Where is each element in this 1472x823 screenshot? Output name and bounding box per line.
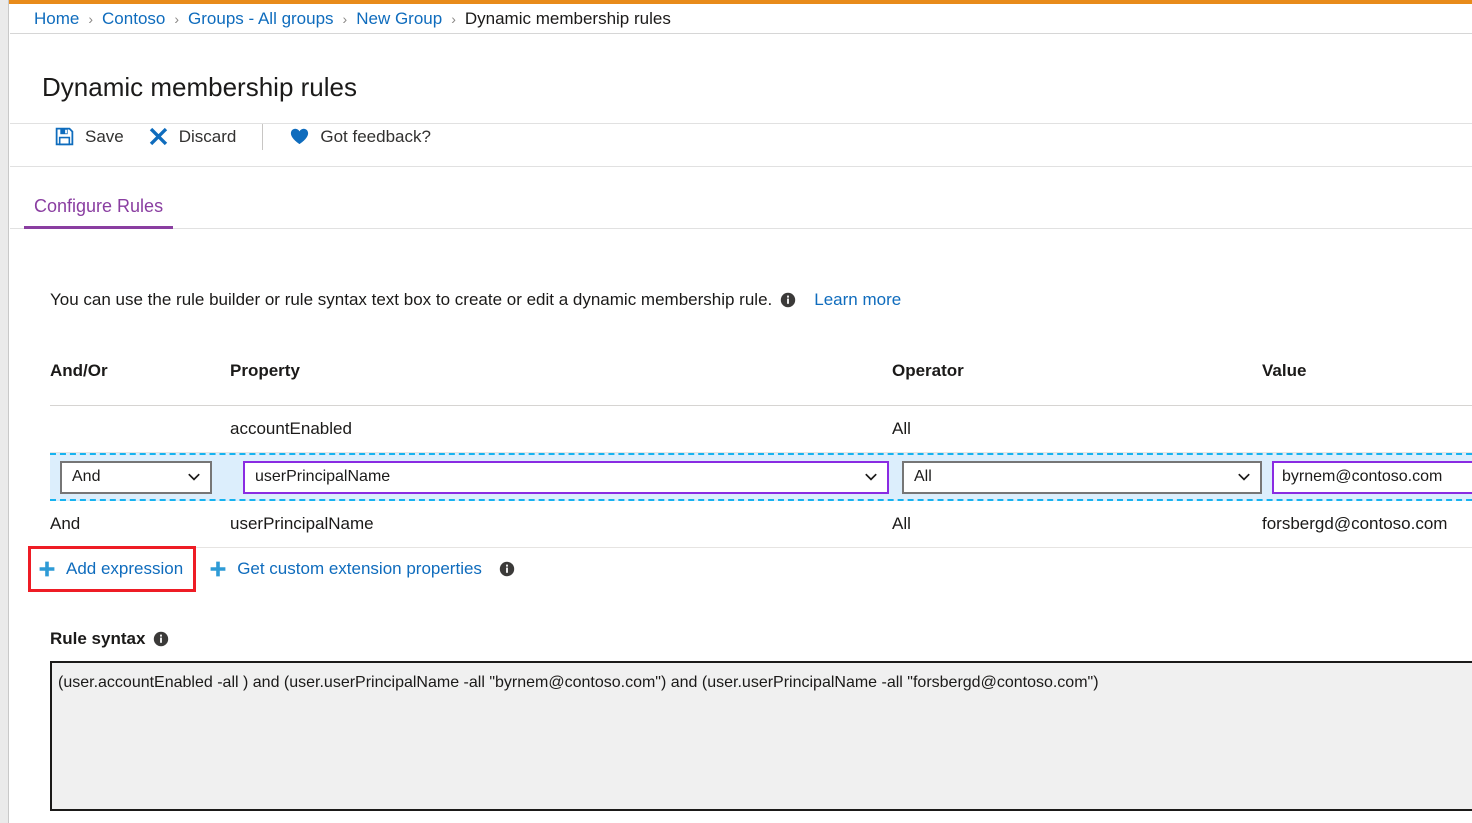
close-icon [148, 126, 169, 147]
add-expression-label: Add expression [66, 559, 183, 579]
breadcrumb-item-home[interactable]: Home [34, 9, 79, 29]
row-value-cell: byrnem@contoso.com [1262, 461, 1472, 494]
table-row-editing[interactable]: And userPrincipalName [50, 453, 1472, 501]
rule-syntax-textarea[interactable]: (user.accountEnabled -all ) and (user.us… [50, 661, 1472, 811]
breadcrumb: Home › Contoso › Groups - All groups › N… [10, 4, 1472, 34]
value-input[interactable]: byrnem@contoso.com [1272, 461, 1472, 494]
breadcrumb-separator-icon: › [451, 11, 456, 27]
breadcrumb-separator-icon: › [88, 11, 93, 27]
tab-configure-rules-label: Configure Rules [34, 196, 163, 216]
discard-button[interactable]: Discard [136, 119, 249, 155]
plus-icon [208, 559, 228, 579]
save-button-label: Save [85, 127, 124, 147]
andor-dropdown[interactable]: And [60, 461, 212, 494]
get-custom-extension-properties-button[interactable]: Get custom extension properties [208, 559, 515, 579]
rule-syntax-label: Rule syntax [50, 629, 145, 649]
chevron-down-icon [186, 469, 202, 485]
annotation-highlight-box: Add expression [28, 546, 196, 592]
breadcrumb-separator-icon: › [343, 11, 348, 27]
breadcrumb-item-groups-all-groups[interactable]: Groups - All groups [188, 9, 334, 29]
row-operator-cell: All [892, 461, 1262, 494]
property-dropdown-value: userPrincipalName [255, 468, 390, 486]
column-header-property: Property [230, 361, 892, 381]
info-icon[interactable] [153, 631, 169, 647]
row-operator: All [892, 514, 1262, 534]
got-feedback-button[interactable]: Got feedback? [277, 119, 443, 155]
breadcrumb-item-current: Dynamic membership rules [465, 9, 671, 29]
add-expression-button[interactable]: Add expression [37, 559, 183, 579]
operator-dropdown[interactable]: All [902, 461, 1262, 494]
value-input-text: byrnem@contoso.com [1282, 468, 1442, 486]
row-property-cell: userPrincipalName [230, 461, 892, 494]
main-content: You can use the rule builder or rule syn… [10, 229, 1472, 823]
heart-icon [289, 126, 310, 147]
row-andor-cell: And [50, 461, 230, 494]
row-operator: All [892, 419, 1262, 439]
save-button[interactable]: Save [42, 119, 136, 155]
column-header-operator: Operator [892, 361, 1262, 381]
got-feedback-button-label: Got feedback? [320, 127, 431, 147]
breadcrumb-item-contoso[interactable]: Contoso [102, 9, 165, 29]
rule-syntax-label-row: Rule syntax [50, 629, 169, 649]
row-property: accountEnabled [230, 419, 892, 439]
operator-dropdown-value: All [914, 468, 932, 486]
dynamic-membership-rules-page: Home › Contoso › Groups - All groups › N… [0, 0, 1472, 823]
learn-more-link[interactable]: Learn more [814, 290, 901, 310]
column-header-value: Value [1262, 361, 1472, 381]
row-value: forsbergd@contoso.com [1262, 514, 1472, 534]
breadcrumb-item-new-group[interactable]: New Group [356, 9, 442, 29]
rules-table: And/Or Property Operator Value accountEn… [50, 361, 1472, 548]
command-bar: Save Discard Got feedback? [10, 107, 1472, 167]
discard-button-label: Discard [179, 127, 237, 147]
table-row[interactable]: And userPrincipalName All forsbergd@cont… [50, 501, 1472, 548]
rules-table-header: And/Or Property Operator Value [50, 361, 1472, 406]
plus-icon [37, 559, 57, 579]
add-expression-row: Add expression Get custom extension prop… [28, 546, 515, 592]
property-dropdown[interactable]: userPrincipalName [243, 461, 889, 494]
row-andor: And [50, 514, 230, 534]
left-frame [0, 0, 9, 823]
table-row[interactable]: accountEnabled All [50, 406, 1472, 453]
row-property: userPrincipalName [230, 514, 892, 534]
andor-dropdown-value: And [72, 468, 100, 486]
command-bar-divider [262, 124, 263, 150]
chevron-down-icon [863, 469, 879, 485]
tab-strip: Configure Rules [10, 167, 1472, 229]
column-header-andor: And/Or [50, 361, 230, 381]
tab-configure-rules[interactable]: Configure Rules [24, 196, 173, 229]
info-icon[interactable] [499, 561, 515, 577]
intro-text: You can use the rule builder or rule syn… [50, 290, 772, 310]
breadcrumb-separator-icon: › [174, 11, 179, 27]
chevron-down-icon [1236, 469, 1252, 485]
get-custom-extension-properties-label: Get custom extension properties [237, 559, 482, 579]
intro-text-row: You can use the rule builder or rule syn… [50, 290, 901, 310]
save-icon [54, 126, 75, 147]
info-icon[interactable] [780, 292, 796, 308]
